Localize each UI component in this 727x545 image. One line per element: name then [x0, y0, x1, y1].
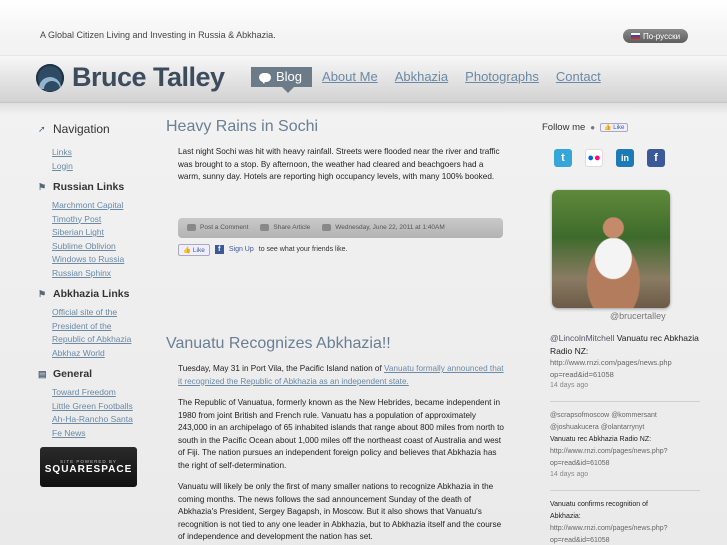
- right-sidebar: Follow me ● 👍 Like t ● ● in f @brucertall…: [542, 122, 727, 544]
- share-article-link[interactable]: Share Article: [260, 224, 310, 231]
- facebook-icon: f: [214, 245, 224, 254]
- sidebar-link[interactable]: Little Green Footballs: [52, 400, 148, 414]
- tweet: @LincolnMitchell Vanuatu rec Abkhazia Ra…: [550, 333, 699, 356]
- post-comment-link[interactable]: Post a Comment: [187, 224, 248, 231]
- tweet: Vanuatu confirms recognition of Abkhazia…: [550, 501, 648, 520]
- tweet-link[interactable]: http://www.rnzi.com/pages/news.php?: [550, 446, 700, 458]
- left-sidebar: ➚ Navigation Links Login ⚑ Russian Links…: [38, 122, 148, 448]
- sidebar-link[interactable]: Fe News: [52, 427, 148, 441]
- speech-bubble-icon: [259, 72, 271, 84]
- post-body: Last night Sochi was hit with heavy rain…: [178, 147, 500, 181]
- facebook-like-button[interactable]: 👍 Like: [178, 243, 210, 256]
- sidebar-link[interactable]: Ah-Ha-Rancho Santa: [52, 413, 148, 427]
- sidebar-link[interactable]: Sublime Oblivion: [52, 240, 148, 254]
- nav-contact[interactable]: Contact: [556, 67, 601, 87]
- tweet-link[interactable]: op=read&id=61058: [550, 535, 700, 545]
- twitter-icon[interactable]: t: [554, 149, 572, 167]
- sidebar-link[interactable]: Abkhaz World: [52, 347, 148, 361]
- sidebar-link[interactable]: Windows to Russia: [52, 253, 148, 267]
- facebook-icon[interactable]: f: [647, 149, 665, 167]
- nav-photographs[interactable]: Photographs: [465, 67, 539, 87]
- tweet-link[interactable]: op=read&id=61058: [550, 369, 700, 381]
- social-icons: t ● ● in f: [554, 149, 727, 167]
- speech-bubble-icon: ●: [590, 123, 596, 132]
- divider: [550, 401, 700, 402]
- flickr-icon[interactable]: ● ●: [585, 149, 603, 167]
- russian-flag-icon: [630, 33, 640, 39]
- follow-like-button[interactable]: 👍 Like: [600, 123, 629, 132]
- tweet-link[interactable]: http://www.rnzi.com/pages/news.php?: [550, 523, 700, 535]
- nav-blog-label: Blog: [276, 69, 303, 84]
- squarespace-logo: SQUARESPACE: [44, 464, 133, 475]
- sidebar-link[interactable]: Russian Sphinx: [52, 267, 148, 281]
- sidebar-link-links[interactable]: Links: [52, 146, 148, 160]
- post-title[interactable]: Vanuatu Recognizes Abkhazia!!: [166, 335, 506, 353]
- tweet-mention[interactable]: @LincolnMitchell: [550, 333, 614, 343]
- post-date: Wednesday, June 22, 2011 at 1:40AM: [322, 224, 445, 231]
- language-switch-button[interactable]: По-русски: [623, 29, 688, 43]
- flag-icon: ⚑: [38, 288, 47, 299]
- sidebar-link[interactable]: Official site of the: [52, 306, 148, 320]
- post-vanuatu: Vanuatu Recognizes Abkhazia!! Tuesday, M…: [166, 335, 506, 545]
- tweet: @scrapsofmoscow @kommersant @joshuakucer…: [550, 412, 657, 443]
- post-heavy-rains: Heavy Rains in Sochi Last night Sochi wa…: [166, 118, 506, 256]
- tweet-time: 14 days ago: [550, 471, 589, 478]
- squarespace-badge[interactable]: SITE POWERED BY SQUARESPACE: [40, 447, 137, 487]
- sidebar-link[interactable]: Timothy Post: [52, 213, 148, 227]
- post-body: Tuesday, May 31 in Port Vila, the Pacifi…: [178, 364, 504, 541]
- calendar-icon: [322, 224, 332, 231]
- paper-icon: ▤: [38, 368, 47, 379]
- russian-links-heading: ⚑ Russian Links: [38, 181, 125, 193]
- twitter-handle[interactable]: @brucertalley: [610, 311, 666, 321]
- main-nav: Blog About Me Abkhazia Photographs Conta…: [251, 67, 618, 87]
- post-meta-bar: Post a Comment Share Article Wednesday, …: [178, 217, 503, 238]
- general-heading: ▤ General: [38, 368, 93, 380]
- tweet-time: 14 days ago: [550, 382, 589, 389]
- sidebar-link[interactable]: President of the: [52, 320, 148, 334]
- language-switch-label: По-русски: [642, 31, 681, 41]
- share-icon: [260, 224, 270, 231]
- profile-photo: [552, 190, 670, 308]
- nav-about-me[interactable]: About Me: [322, 67, 378, 87]
- header-shadow: [0, 103, 727, 115]
- logo-wave-icon[interactable]: [36, 64, 64, 92]
- nav-abkhazia[interactable]: Abkhazia: [395, 67, 448, 87]
- divider: [550, 490, 700, 491]
- facebook-signup-link[interactable]: Sign Up: [229, 246, 254, 253]
- sidebar-link[interactable]: Siberian Light: [52, 226, 148, 240]
- tweet-link[interactable]: http://www.rnzi.com/pages/news.php: [550, 357, 700, 369]
- abkhazia-links-heading: ⚑ Abkhazia Links: [38, 288, 130, 300]
- sidebar-link[interactable]: Toward Freedom: [52, 386, 148, 400]
- arrow-icon: ➚: [38, 123, 46, 134]
- post-title[interactable]: Heavy Rains in Sochi: [166, 118, 506, 136]
- sidebar-link[interactable]: Marchmont Capital: [52, 199, 148, 213]
- twitter-feed: @LincolnMitchell Vanuatu rec Abkhazia Ra…: [550, 332, 700, 545]
- linkedin-icon[interactable]: in: [616, 149, 634, 167]
- comment-icon: [187, 224, 196, 231]
- follow-me: Follow me ● 👍 Like: [542, 122, 727, 133]
- sidebar-link-login[interactable]: Login: [52, 160, 148, 174]
- tweet-link[interactable]: op=read&id=61058: [550, 458, 700, 470]
- facebook-like-text: to see what your friends like.: [258, 246, 348, 253]
- site-tagline: A Global Citizen Living and Investing in…: [40, 30, 276, 40]
- nav-blog[interactable]: Blog: [251, 67, 313, 87]
- follow-me-label: Follow me: [542, 122, 586, 133]
- facebook-like-row: 👍 Like f Sign Up to see what your friend…: [178, 243, 506, 256]
- flag-icon: ⚑: [38, 181, 47, 192]
- site-title[interactable]: Bruce Talley: [72, 62, 225, 93]
- navigation-heading: ➚ Navigation: [38, 122, 110, 136]
- sidebar-link[interactable]: Republic of Abkhazia: [52, 333, 148, 347]
